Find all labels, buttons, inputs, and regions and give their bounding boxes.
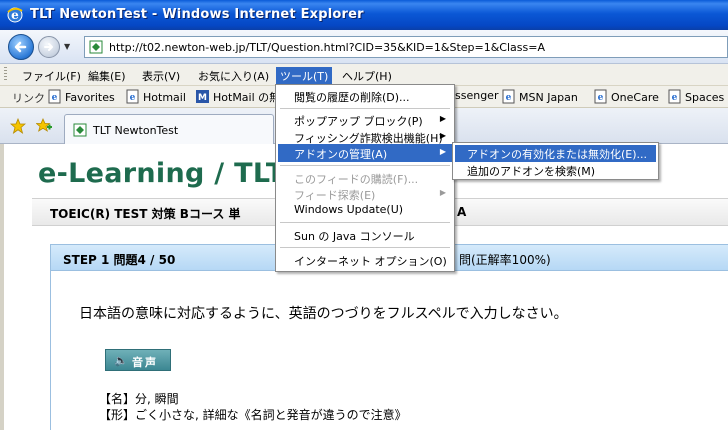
menu-view[interactable]: 表示(V)	[138, 67, 184, 84]
link-spaces[interactable]: e Spaces	[668, 89, 724, 106]
page-favicon-icon	[89, 40, 103, 54]
menu-item-java-console[interactable]: Sun の Java コンソール	[278, 226, 452, 244]
history-dropdown-icon[interactable]: ▼	[64, 42, 70, 51]
submenu-arrow-icon: ▶	[439, 131, 446, 140]
link-messenger[interactable]: ssenger	[455, 89, 498, 106]
tab-tlt-newtontest[interactable]: TLT NewtonTest	[64, 114, 274, 144]
link-msn-japan[interactable]: e MSN Japan	[502, 89, 578, 106]
submenu-arrow-icon: ▶	[439, 188, 446, 197]
tools-menu: 閲覧の履歴の削除(D)... ポップアップ ブロック(P) ▶ フィッシング詐欺検…	[275, 84, 455, 272]
back-button[interactable]	[8, 34, 34, 60]
svg-text:e: e	[130, 93, 136, 103]
links-label: リンク	[12, 92, 45, 105]
link-hotmail[interactable]: e Hotmail	[126, 89, 186, 106]
menu-item-delete-history[interactable]: 閲覧の履歴の削除(D)...	[278, 87, 452, 105]
submenu-arrow-icon: ▶	[439, 114, 446, 123]
menu-item-internet-options[interactable]: インターネット オプション(O)	[278, 251, 452, 269]
play-sound-button[interactable]: 🔈 音声	[105, 349, 171, 371]
sound-label: 音声	[132, 356, 158, 369]
menu-help[interactable]: ヘルプ(H)	[338, 67, 396, 84]
speaker-icon: 🔈	[114, 354, 128, 367]
menu-separator	[280, 247, 450, 248]
page-icon: e	[48, 89, 61, 104]
menu-separator	[280, 165, 450, 166]
submenu-arrow-icon: ▶	[439, 147, 446, 156]
window-title: TLT NewtonTest - Windows Internet Explor…	[30, 7, 364, 22]
forward-button[interactable]	[38, 36, 60, 58]
svg-text:e: e	[52, 93, 58, 103]
page-icon: e	[126, 89, 139, 104]
submenu-item-find-more-addons[interactable]: 追加のアドオンを検索(M)	[455, 162, 656, 179]
question-step: STEP 1 問題4 / 50	[63, 253, 176, 267]
page-icon: e	[502, 89, 515, 104]
menu-bar: ファイル(F) 編集(E) 表示(V) お気に入り(A) ツール(T) ヘルプ(…	[0, 64, 728, 86]
address-url[interactable]: http://t02.newton-web.jp/TLT/Question.ht…	[109, 41, 545, 54]
menu-item-popup-blocker[interactable]: ポップアップ ブロック(P) ▶	[278, 111, 452, 129]
window-titlebar: e TLT NewtonTest - Windows Internet Expl…	[0, 0, 728, 30]
page-favicon-icon	[73, 123, 87, 137]
menu-file[interactable]: ファイル(F)	[18, 67, 85, 84]
site-brand: e-Learning / TLT	[38, 158, 285, 189]
svg-text:e: e	[672, 93, 678, 103]
menu-tools[interactable]: ツール(T)	[276, 67, 333, 84]
navigation-bar: ▼ http://t02.newton-web.jp/TLT/Question.…	[0, 30, 728, 64]
link-favorites[interactable]: e Favorites	[48, 89, 115, 106]
meaning-noun: 【名】分, 瞬間	[99, 392, 179, 406]
menu-separator	[280, 222, 450, 223]
toolbar-grip-icon	[4, 67, 7, 82]
submenu-item-enable-disable-addons[interactable]: アドオンの有効化または無効化(E)...	[455, 145, 656, 162]
menu-item-windows-update[interactable]: Windows Update(U)	[278, 201, 452, 219]
word-meaning: 【名】分, 瞬間 【形】ごく小さな, 詳細な《名詞と発音が違うので注意》	[99, 391, 407, 423]
add-favorite-icon[interactable]	[36, 118, 52, 134]
link-onecare[interactable]: e OneCare	[594, 89, 659, 106]
forward-arrow-icon	[44, 43, 53, 51]
msn-icon: M	[196, 90, 209, 103]
question-instruction: 日本語の意味に対応するように、英語のつづりをフルスペルで入力しなさい。	[79, 306, 568, 322]
address-bar[interactable]: http://t02.newton-web.jp/TLT/Question.ht…	[84, 36, 728, 58]
svg-text:M: M	[198, 93, 207, 103]
menu-separator	[280, 108, 450, 109]
menu-edit[interactable]: 編集(E)	[84, 67, 130, 84]
page-icon: e	[594, 89, 607, 104]
meaning-adjective: 【形】ごく小さな, 詳細な《名詞と発音が違うので注意》	[99, 408, 407, 422]
favorites-star-icon[interactable]	[10, 118, 26, 134]
menu-item-manage-addons[interactable]: アドオンの管理(A) ▶	[278, 144, 452, 162]
page-icon: e	[668, 89, 681, 104]
course-title: TOEIC(R) TEST 対策 Bコース 単	[50, 207, 241, 221]
svg-text:e: e	[598, 93, 604, 103]
internet-explorer-icon: e	[7, 7, 23, 23]
addons-submenu: アドオンの有効化または無効化(E)... 追加のアドオンを検索(M)	[452, 142, 659, 180]
svg-text:e: e	[506, 93, 512, 103]
tab-label: TLT NewtonTest	[93, 124, 179, 137]
course-class: A	[457, 205, 467, 219]
menu-favorites[interactable]: お気に入り(A)	[194, 67, 273, 84]
link-hotmail-jp[interactable]: M HotMail の無	[196, 89, 280, 106]
back-arrow-icon	[14, 41, 27, 53]
accuracy-rate: 問(正解率100%)	[459, 253, 551, 267]
